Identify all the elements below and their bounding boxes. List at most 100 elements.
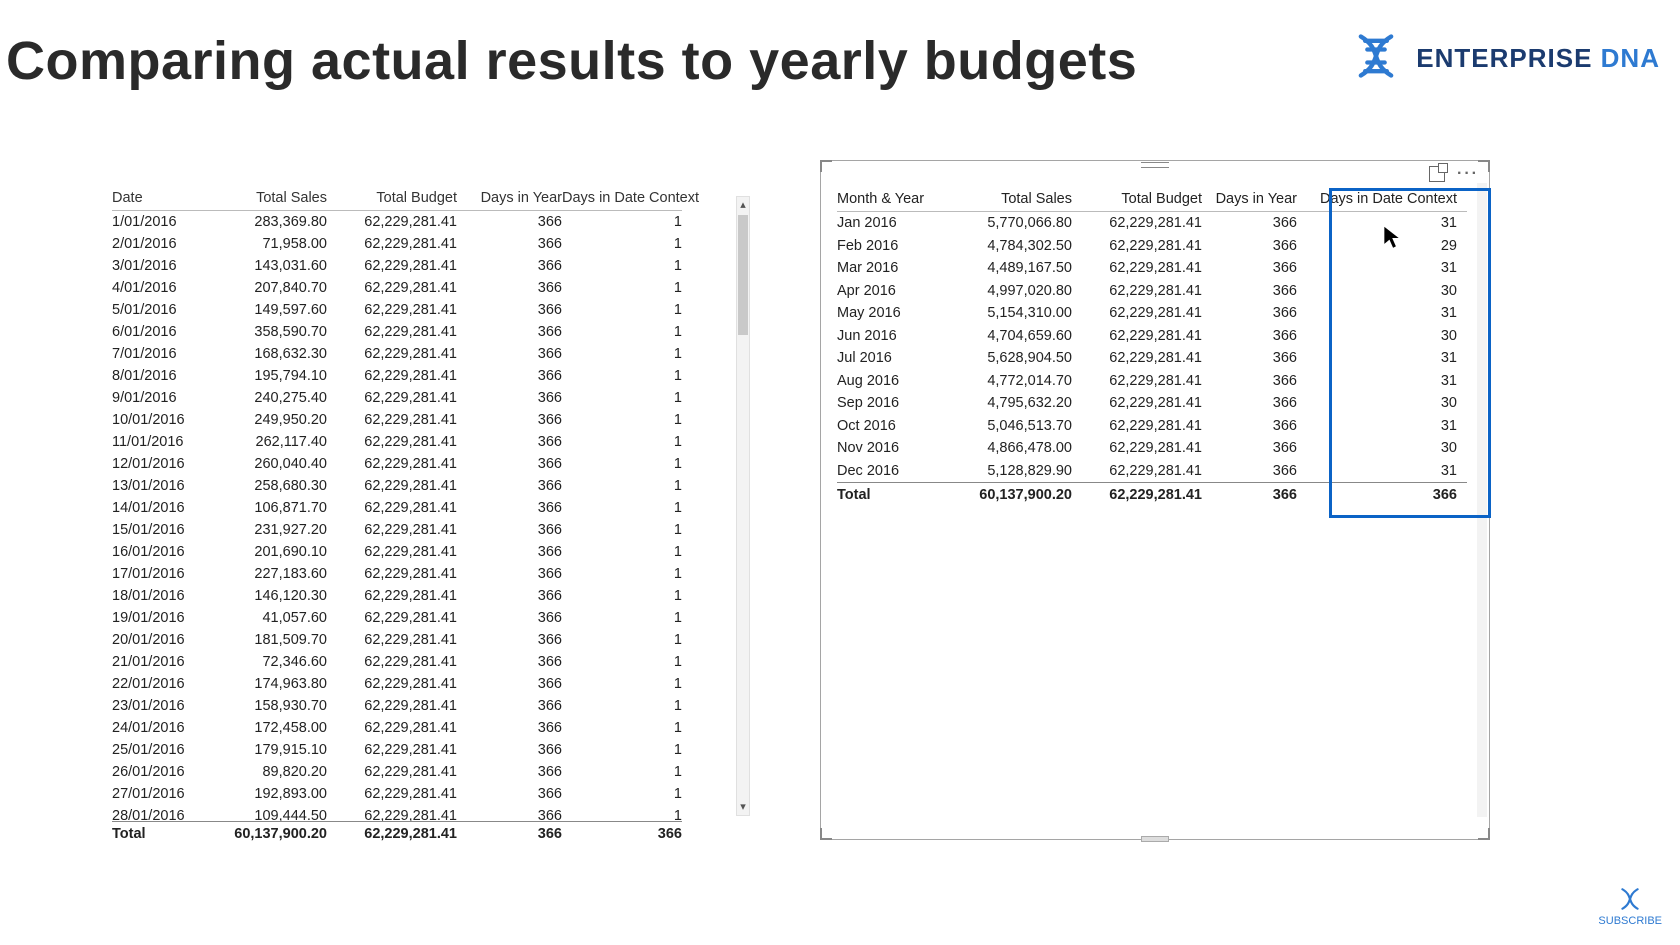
table-row[interactable]: Aug 20164,772,014.7062,229,281.4136631 [837,370,1467,393]
table-row[interactable]: 13/01/2016258,680.3062,229,281.413661 [112,475,682,497]
table-row[interactable]: 23/01/2016158,930.7062,229,281.413661 [112,695,682,717]
cell-total-budget: 62,229,281.41 [1072,212,1202,235]
cell-total-sales: 4,704,659.60 [947,325,1072,348]
table-row[interactable]: 21/01/201672,346.6062,229,281.413661 [112,651,682,673]
col-days-context[interactable]: Days in Date Context [562,190,682,206]
cell-total-budget: 62,229,281.41 [327,343,457,365]
daily-table-total-row[interactable]: Total 60,137,900.20 62,229,281.41 366 36… [112,821,682,842]
resize-grip-top[interactable] [1141,162,1169,168]
table-row[interactable]: 24/01/2016172,458.0062,229,281.413661 [112,717,682,739]
table-row[interactable]: 17/01/2016227,183.6062,229,281.413661 [112,563,682,585]
scroll-thumb[interactable] [738,215,748,335]
cell-total-sales: 227,183.60 [207,563,327,585]
scroll-down-icon[interactable]: ▾ [737,799,749,815]
daily-table-scrollbar[interactable]: ▴ ▾ [736,196,750,816]
table-row[interactable]: 14/01/2016106,871.7062,229,281.413661 [112,497,682,519]
cell-date: 21/01/2016 [112,651,207,673]
table-row[interactable]: 12/01/2016260,040.4062,229,281.413661 [112,453,682,475]
table-row[interactable]: May 20165,154,310.0062,229,281.4136631 [837,302,1467,325]
col-month-year[interactable]: Month & Year [837,191,947,207]
monthly-visual-container[interactable]: ··· Month & Year Total Sales Total Budge… [820,160,1490,840]
table-row[interactable]: 27/01/2016192,893.0062,229,281.413661 [112,783,682,805]
cell-total-budget: 62,229,281.41 [327,387,457,409]
cell-total-budget: 62,229,281.41 [327,475,457,497]
col-days-year[interactable]: Days in Year [457,190,562,206]
table-row[interactable]: 4/01/2016207,840.7062,229,281.413661 [112,277,682,299]
resize-grip-bottom[interactable] [1141,836,1169,842]
cell-days-year: 366 [457,673,562,695]
table-row[interactable]: 15/01/2016231,927.2062,229,281.413661 [112,519,682,541]
daily-table-header[interactable]: Date Total Sales Total Budget Days in Ye… [112,190,682,211]
cell-total-sales: 5,046,513.70 [947,415,1072,438]
cell-total-sales: 149,597.60 [207,299,327,321]
col-date[interactable]: Date [112,190,207,206]
table-row[interactable]: Mar 20164,489,167.5062,229,281.4136631 [837,257,1467,280]
table-row[interactable]: 16/01/2016201,690.1062,229,281.413661 [112,541,682,563]
col-total-budget[interactable]: Total Budget [1072,191,1202,207]
table-row[interactable]: 28/01/2016109,444.5062,229,281.413661 [112,805,682,821]
table-row[interactable]: 1/01/2016283,369.8062,229,281.413661 [112,211,682,233]
cell-days-context: 31 [1297,370,1457,393]
table-row[interactable]: 5/01/2016149,597.6062,229,281.413661 [112,299,682,321]
table-row[interactable]: Apr 20164,997,020.8062,229,281.4136630 [837,280,1467,303]
cell-days-context: 1 [562,475,682,497]
cell-total-budget: 62,229,281.41 [327,299,457,321]
cell-days-context: 1 [562,541,682,563]
cell-total-sales: 283,369.80 [207,211,327,233]
col-days-context[interactable]: Days in Date Context [1297,191,1457,207]
subscribe-badge[interactable]: SUBSCRIBE [1598,886,1662,927]
cell-days-context: 1 [562,343,682,365]
cell-total-budget: 62,229,281.41 [327,453,457,475]
table-row[interactable]: 11/01/2016262,117.4062,229,281.413661 [112,431,682,453]
cell-total-budget: 62,229,281.41 [1072,415,1202,438]
table-row[interactable]: 7/01/2016168,632.3062,229,281.413661 [112,343,682,365]
table-row[interactable]: 9/01/2016240,275.4062,229,281.413661 [112,387,682,409]
monthly-table-total-row[interactable]: Total 60,137,900.20 62,229,281.41 366 36… [837,482,1467,503]
cell-total-budget: 62,229,281.41 [1072,437,1202,460]
cell-days-context: 31 [1297,212,1457,235]
cell-days-context: 1 [562,519,682,541]
table-row[interactable]: 3/01/2016143,031.6062,229,281.413661 [112,255,682,277]
table-row[interactable]: 2/01/201671,958.0062,229,281.413661 [112,233,682,255]
cell-total-sales: 5,154,310.00 [947,302,1072,325]
table-row[interactable]: 26/01/201689,820.2062,229,281.413661 [112,761,682,783]
table-row[interactable]: 6/01/2016358,590.7062,229,281.413661 [112,321,682,343]
col-total-sales[interactable]: Total Sales [947,191,1072,207]
cell-total-sales: 231,927.20 [207,519,327,541]
table-row[interactable]: 25/01/2016179,915.1062,229,281.413661 [112,739,682,761]
table-row[interactable]: Nov 20164,866,478.0062,229,281.4136630 [837,437,1467,460]
focus-mode-icon[interactable] [1429,166,1445,182]
col-total-sales[interactable]: Total Sales [207,190,327,206]
table-row[interactable]: 20/01/2016181,509.7062,229,281.413661 [112,629,682,651]
cell-month: Aug 2016 [837,370,947,393]
cell-total-budget: 62,229,281.41 [327,497,457,519]
scroll-up-icon[interactable]: ▴ [737,197,749,213]
col-days-year[interactable]: Days in Year [1202,191,1297,207]
cell-days-year: 366 [1202,392,1297,415]
table-row[interactable]: Oct 20165,046,513.7062,229,281.4136631 [837,415,1467,438]
monthly-scrollbar[interactable] [1477,183,1487,817]
table-row[interactable]: Feb 20164,784,302.5062,229,281.4136629 [837,235,1467,258]
table-row[interactable]: 8/01/2016195,794.1062,229,281.413661 [112,365,682,387]
table-row[interactable]: Dec 20165,128,829.9062,229,281.4136631 [837,460,1467,483]
cell-total-budget: 62,229,281.41 [1072,392,1202,415]
table-row[interactable]: 19/01/201641,057.6062,229,281.413661 [112,607,682,629]
table-row[interactable]: 22/01/2016174,963.8062,229,281.413661 [112,673,682,695]
cell-days-context: 31 [1297,415,1457,438]
table-row[interactable]: 18/01/2016146,120.3062,229,281.413661 [112,585,682,607]
cell-days-context: 1 [562,651,682,673]
table-row[interactable]: Jul 20165,628,904.5062,229,281.4136631 [837,347,1467,370]
cell-days-year: 366 [457,475,562,497]
cell-total-sales: 4,784,302.50 [947,235,1072,258]
cell-total-sales: 192,893.00 [207,783,327,805]
table-row[interactable]: Sep 20164,795,632.2062,229,281.4136630 [837,392,1467,415]
table-row[interactable]: Jan 20165,770,066.8062,229,281.4136631 [837,212,1467,235]
cell-total-sales: 4,795,632.20 [947,392,1072,415]
daily-table[interactable]: Date Total Sales Total Budget Days in Ye… [112,190,682,842]
monthly-table[interactable]: Month & Year Total Sales Total Budget Da… [837,191,1467,503]
monthly-table-header[interactable]: Month & Year Total Sales Total Budget Da… [837,191,1467,212]
table-row[interactable]: Jun 20164,704,659.6062,229,281.4136630 [837,325,1467,348]
col-total-budget[interactable]: Total Budget [327,190,457,206]
more-options-icon[interactable]: ··· [1457,165,1479,183]
table-row[interactable]: 10/01/2016249,950.2062,229,281.413661 [112,409,682,431]
